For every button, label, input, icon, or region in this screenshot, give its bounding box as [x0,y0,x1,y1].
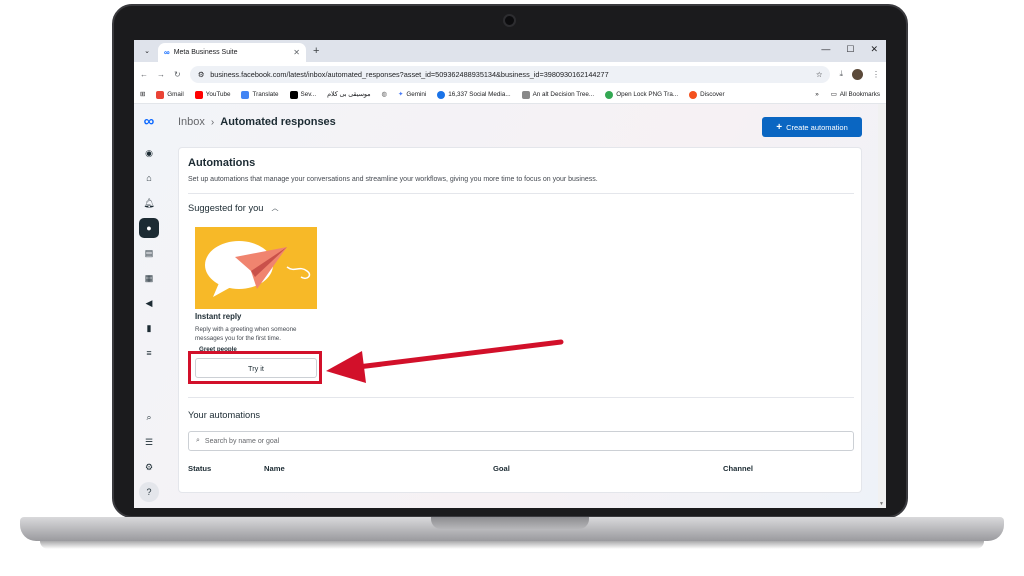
tile-description: Reply with a greeting when someone messa… [195,326,297,342]
sev-icon [289,90,298,99]
bookmark-item[interactable]: Open Lock PNG Tra... [605,90,678,99]
divider [188,397,854,398]
meta-favicon-icon: ∞ [164,48,170,57]
screen: ⌄ ∞ Meta Business Suite ✕ + — ☐ ✕ ← → ↻ … [134,40,886,508]
profile-avatar[interactable] [852,68,863,80]
address-bar[interactable]: ⚙ business.facebook.com/latest/inbox/aut… [189,65,831,83]
home-icon[interactable]: ⌂ [139,168,159,188]
automations-title: Automations [188,157,256,169]
bookmark-item[interactable]: 16,337 Social Media... [437,90,511,99]
column-goal: Goal [493,464,510,473]
search-placeholder: Search by name or goal [204,437,280,445]
column-status: Status [188,464,212,473]
megaphone-icon[interactable]: ◀ [139,293,159,313]
help-icon[interactable]: ? [139,482,159,502]
gmail-icon [156,90,165,99]
youtube-icon [194,90,203,99]
folder-icon: ▭ [830,91,837,98]
browser-tab[interactable]: ∞ Meta Business Suite ✕ [158,43,306,62]
search-icon: ⌕ [196,437,200,444]
discover-icon [689,90,698,99]
menu-icon[interactable]: ≡ [139,343,159,363]
instant-reply-illustration [195,227,317,309]
suggested-heading: Suggested for you [188,203,264,213]
bookmark-star-icon[interactable]: ☆ [816,70,823,79]
translate-icon [241,90,250,99]
column-channel: Channel [723,464,753,473]
inbox-icon[interactable]: ● [139,218,159,238]
bookmark-item[interactable]: موسيقى بى كلام [327,91,370,98]
tile-title: Instant reply [195,312,242,321]
account-icon[interactable]: ◉ [139,143,159,163]
minimize-icon[interactable]: — [821,44,830,55]
calendar-icon[interactable]: ▦ [139,268,159,288]
tab-bar: ⌄ ∞ Meta Business Suite ✕ + — ☐ ✕ [134,40,886,62]
more-bookmarks-icon[interactable]: » [815,91,819,98]
plus-icon: + [776,121,783,133]
automations-card: Automations Set up automations that mana… [178,147,862,493]
globe-icon: ◍ [381,91,388,98]
window-controls: — ☐ ✕ [821,44,878,55]
highlight-box [188,351,322,384]
chevron-up-icon: ︿ [271,205,279,212]
suggested-toggle[interactable]: Suggested for you ︿ [188,203,278,213]
bookmark-item[interactable]: Gmail [156,90,184,99]
bookmark-item[interactable]: YouTube [194,90,230,99]
close-window-icon[interactable]: ✕ [870,44,878,55]
bookmark-item[interactable]: An alt Decision Tree... [521,90,594,99]
meta-logo-icon[interactable]: ∞ [144,113,155,130]
social-media-icon [437,90,446,99]
tab-title: Meta Business Suite [173,49,238,56]
bell-icon[interactable]: 🔔︎ [139,193,159,213]
list-icon[interactable]: ☰ [139,432,159,452]
bookmarks-bar: ⊞ Gmail YouTube Translate Sev... موسيقى … [134,86,886,104]
apps-grid-icon[interactable]: ⊞ [140,91,145,98]
toolbar: ← → ↻ ⚙ business.facebook.com/latest/inb… [134,62,886,86]
reload-icon[interactable]: ↻ [174,70,181,79]
bookmark-item[interactable]: Sev... [289,90,316,99]
site-info-icon[interactable]: ⚙ [198,70,205,79]
breadcrumb: Inbox › Automated responses [178,116,336,128]
business-suite-app: ∞ ◉ ⌂ 🔔︎ ● ▤ ▦ ◀ ▮ ≡ ⌕ ☰ ⚙ ? Inbox › Aut… [134,104,886,508]
breadcrumb-inbox[interactable]: Inbox [178,116,205,128]
laptop-shadow [40,541,984,549]
settings-gear-icon[interactable]: ⚙ [139,457,159,477]
laptop-notch [431,517,589,529]
page-title: Automated responses [220,116,336,128]
maximize-icon[interactable]: ☐ [846,44,854,55]
browser-menu-icon[interactable]: ⋮ [872,70,880,79]
webcam [503,14,516,27]
bookmark-item[interactable]: Discover [689,90,725,99]
bookmark-item[interactable]: ◍ [382,91,388,98]
decision-tree-icon [521,90,530,99]
bookmark-item[interactable]: ✦ Gemini [398,91,426,98]
sidebar: ∞ ◉ ⌂ 🔔︎ ● ▤ ▦ ◀ ▮ ≡ ⌕ ☰ ⚙ ? [134,104,164,508]
scrollbar[interactable]: ▼ [878,104,886,508]
your-automations-heading: Your automations [188,410,261,420]
insights-icon[interactable]: ▮ [139,318,159,338]
tab-search-icon[interactable]: ⌄ [140,43,154,59]
all-bookmarks[interactable]: ▭ All Bookmarks [831,91,880,98]
divider [188,193,854,194]
download-icon[interactable]: ⤓ [839,69,843,79]
create-automation-label: Create automation [786,122,848,132]
forward-icon[interactable]: → [157,70,165,79]
column-name: Name [264,464,285,473]
create-automation-button[interactable]: + Create automation [762,117,862,137]
scroll-down-icon[interactable]: ▼ [879,501,884,507]
search-input[interactable]: ⌕ Search by name or goal [188,431,854,451]
back-icon[interactable]: ← [140,70,148,79]
url-text: business.facebook.com/latest/inbox/autom… [210,69,609,79]
search-icon[interactable]: ⌕ [139,407,159,427]
chat-paper-plane-icon [205,241,311,297]
bookmark-item[interactable]: Translate [241,90,279,99]
open-lock-icon [605,90,614,99]
laptop-mockup: ⌄ ∞ Meta Business Suite ✕ + — ☐ ✕ ← → ↻ … [0,0,1024,576]
chevron-right-icon: › [210,116,215,128]
content-icon[interactable]: ▤ [139,243,159,263]
close-tab-icon[interactable]: ✕ [293,48,300,57]
gemini-icon: ✦ [398,91,404,98]
new-tab-icon[interactable]: + [313,45,319,57]
automations-description: Set up automations that manage your conv… [188,176,598,183]
